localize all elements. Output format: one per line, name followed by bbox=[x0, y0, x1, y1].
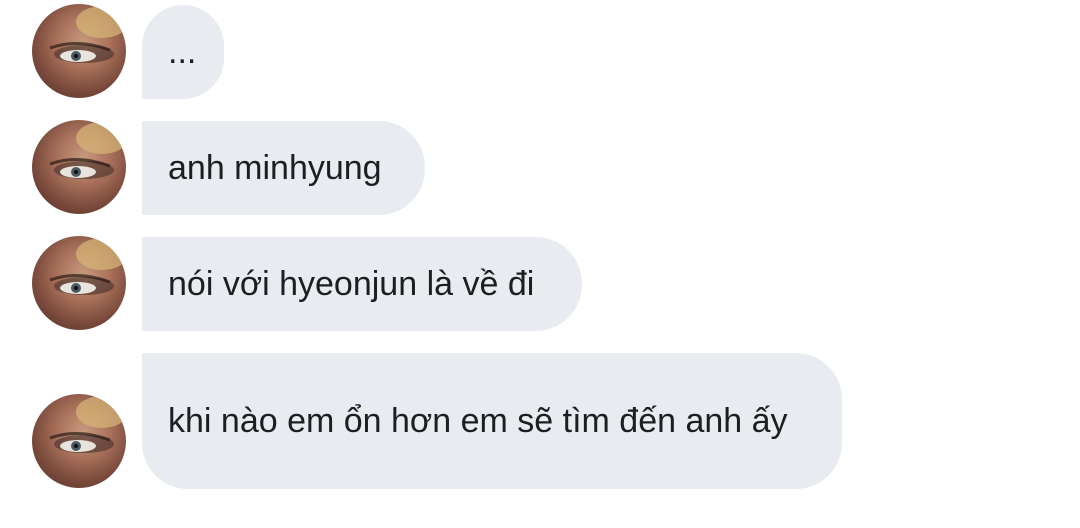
message-bubble[interactable]: khi nào em ổn hơn em sẽ tìm đến anh ấy bbox=[142, 353, 842, 489]
avatar-photo-icon bbox=[49, 122, 126, 179]
chat-thread: ... anh minhyung nói với hyeonjun là về … bbox=[0, 0, 1080, 528]
sender-avatar[interactable] bbox=[32, 4, 126, 98]
avatar-photo-icon bbox=[49, 6, 126, 63]
message-text: ... bbox=[168, 33, 197, 71]
avatar-photo-icon bbox=[49, 238, 126, 295]
message-bubble[interactable]: ... bbox=[142, 5, 224, 99]
message-bubble[interactable]: anh minhyung bbox=[142, 121, 425, 215]
sender-avatar[interactable] bbox=[32, 236, 126, 330]
message-bubble[interactable]: nói với hyeonjun là về đi bbox=[142, 237, 582, 331]
message-text: khi nào em ổn hơn em sẽ tìm đến anh ấy bbox=[168, 402, 788, 440]
sender-avatar[interactable] bbox=[32, 120, 126, 214]
message-text: anh minhyung bbox=[168, 149, 382, 187]
message-text: nói với hyeonjun là về đi bbox=[168, 265, 535, 303]
sender-avatar[interactable] bbox=[32, 394, 126, 488]
avatar-photo-icon bbox=[49, 396, 126, 453]
